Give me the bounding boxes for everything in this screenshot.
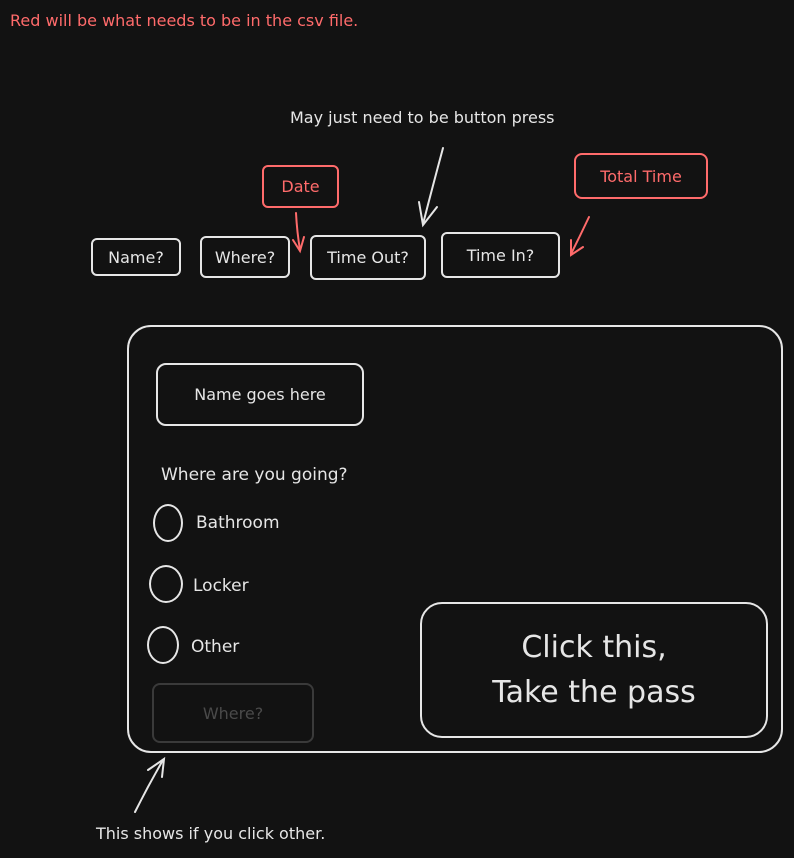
other-note-arrow <box>134 756 166 813</box>
annotation-arrows <box>134 147 590 813</box>
total-time-arrow <box>570 216 590 257</box>
date-arrow <box>292 212 305 254</box>
button-press-arrow <box>418 147 444 228</box>
